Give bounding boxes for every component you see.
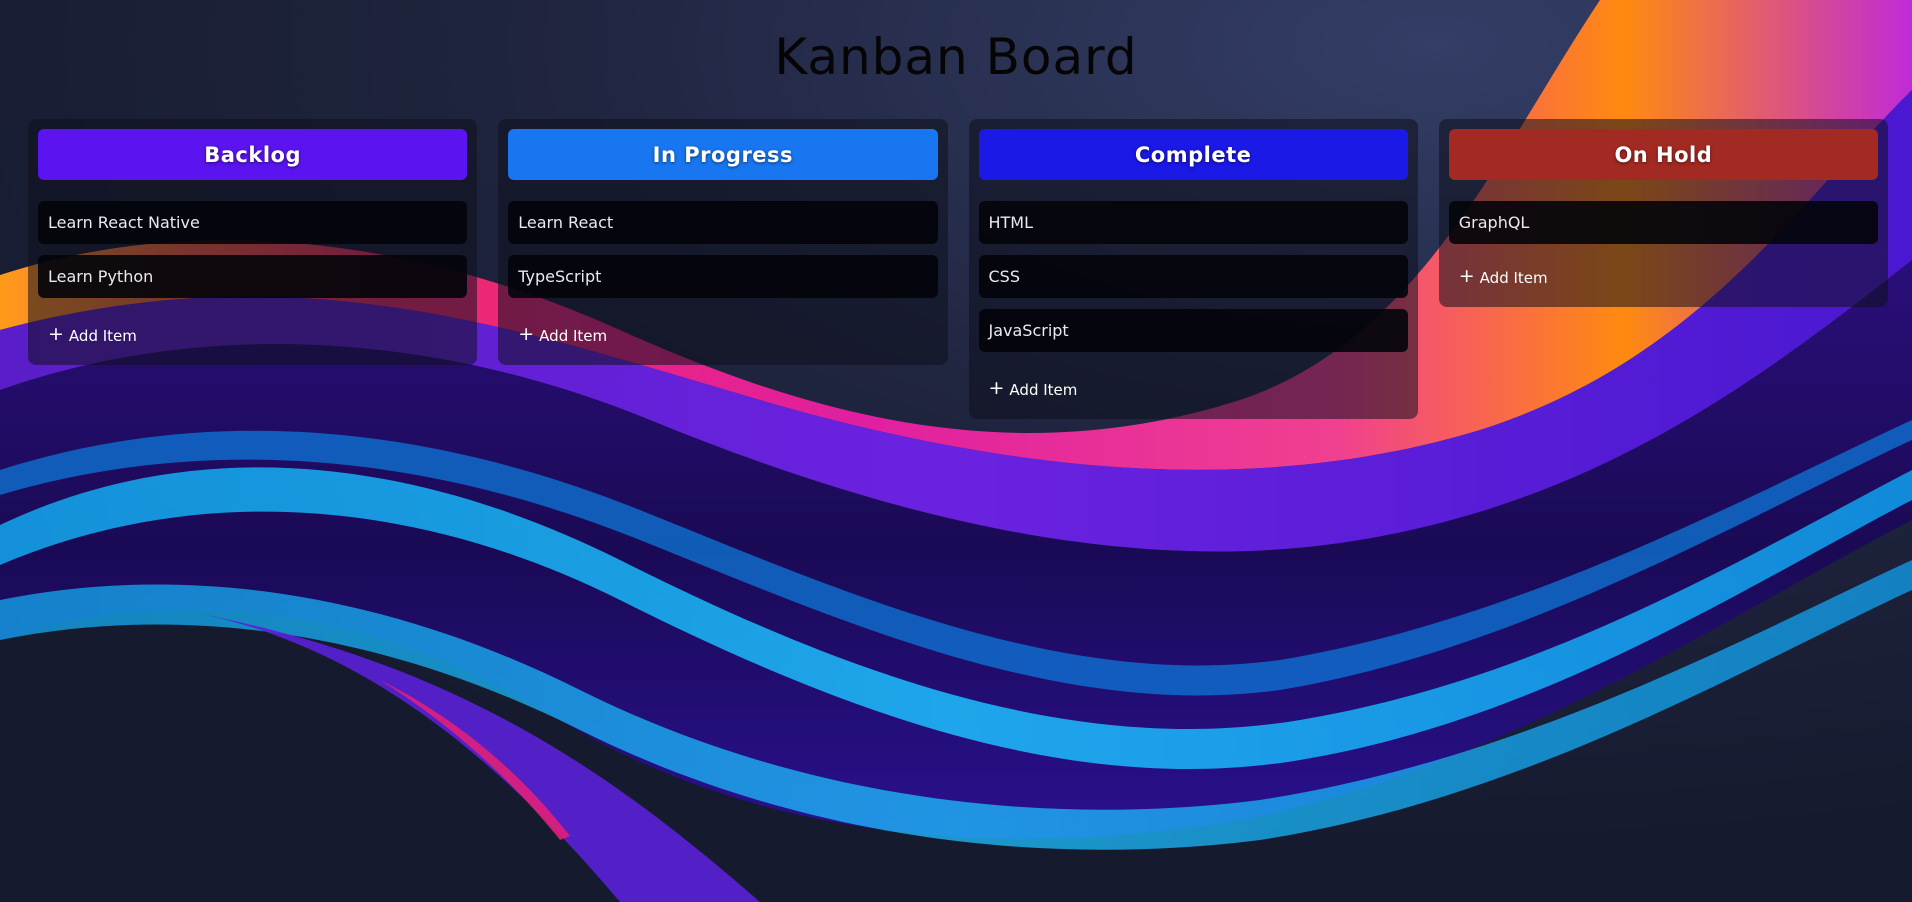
task-card[interactable]: JavaScript <box>978 309 1408 352</box>
task-card[interactable]: CSS <box>978 255 1408 298</box>
column-header-complete: Complete <box>978 129 1408 180</box>
add-item-button[interactable]: + Add Item <box>38 309 467 357</box>
column-header-in-progress: In Progress <box>508 129 938 180</box>
plus-icon: + <box>988 377 1005 399</box>
column-complete: Complete HTML CSS JavaScript + Add Item <box>968 119 1418 419</box>
column-on-hold: On Hold GraphQL + Add Item <box>1438 119 1888 307</box>
plus-icon: + <box>48 323 64 345</box>
add-item-label: Add Item <box>1479 269 1548 287</box>
task-card[interactable]: Learn React <box>508 201 938 244</box>
add-item-button[interactable]: + Add Item <box>508 309 937 357</box>
add-item-label: Add Item <box>68 327 137 345</box>
task-card[interactable]: GraphQL <box>1448 201 1878 244</box>
add-item-button[interactable]: + Add Item <box>979 363 1408 411</box>
task-card[interactable]: HTML <box>978 201 1408 244</box>
add-item-label: Add Item <box>1009 381 1078 399</box>
column-header-backlog: Backlog <box>38 129 468 180</box>
column-header-on-hold: On Hold <box>1448 129 1878 180</box>
kanban-board: Backlog Learn React Native Learn Python … <box>28 119 1888 419</box>
plus-icon: + <box>518 323 535 345</box>
column-in-progress: In Progress Learn React TypeScript + Add… <box>498 119 948 365</box>
plus-icon: + <box>1458 265 1475 287</box>
add-item-button[interactable]: + Add Item <box>1449 255 1878 299</box>
task-card[interactable]: TypeScript <box>508 255 938 298</box>
task-card[interactable]: Learn React Native <box>38 201 468 244</box>
page-title: Kanban Board <box>774 28 1138 86</box>
column-backlog: Backlog Learn React Native Learn Python … <box>28 119 478 365</box>
task-card[interactable]: Learn Python <box>38 255 468 298</box>
add-item-label: Add Item <box>539 327 608 345</box>
